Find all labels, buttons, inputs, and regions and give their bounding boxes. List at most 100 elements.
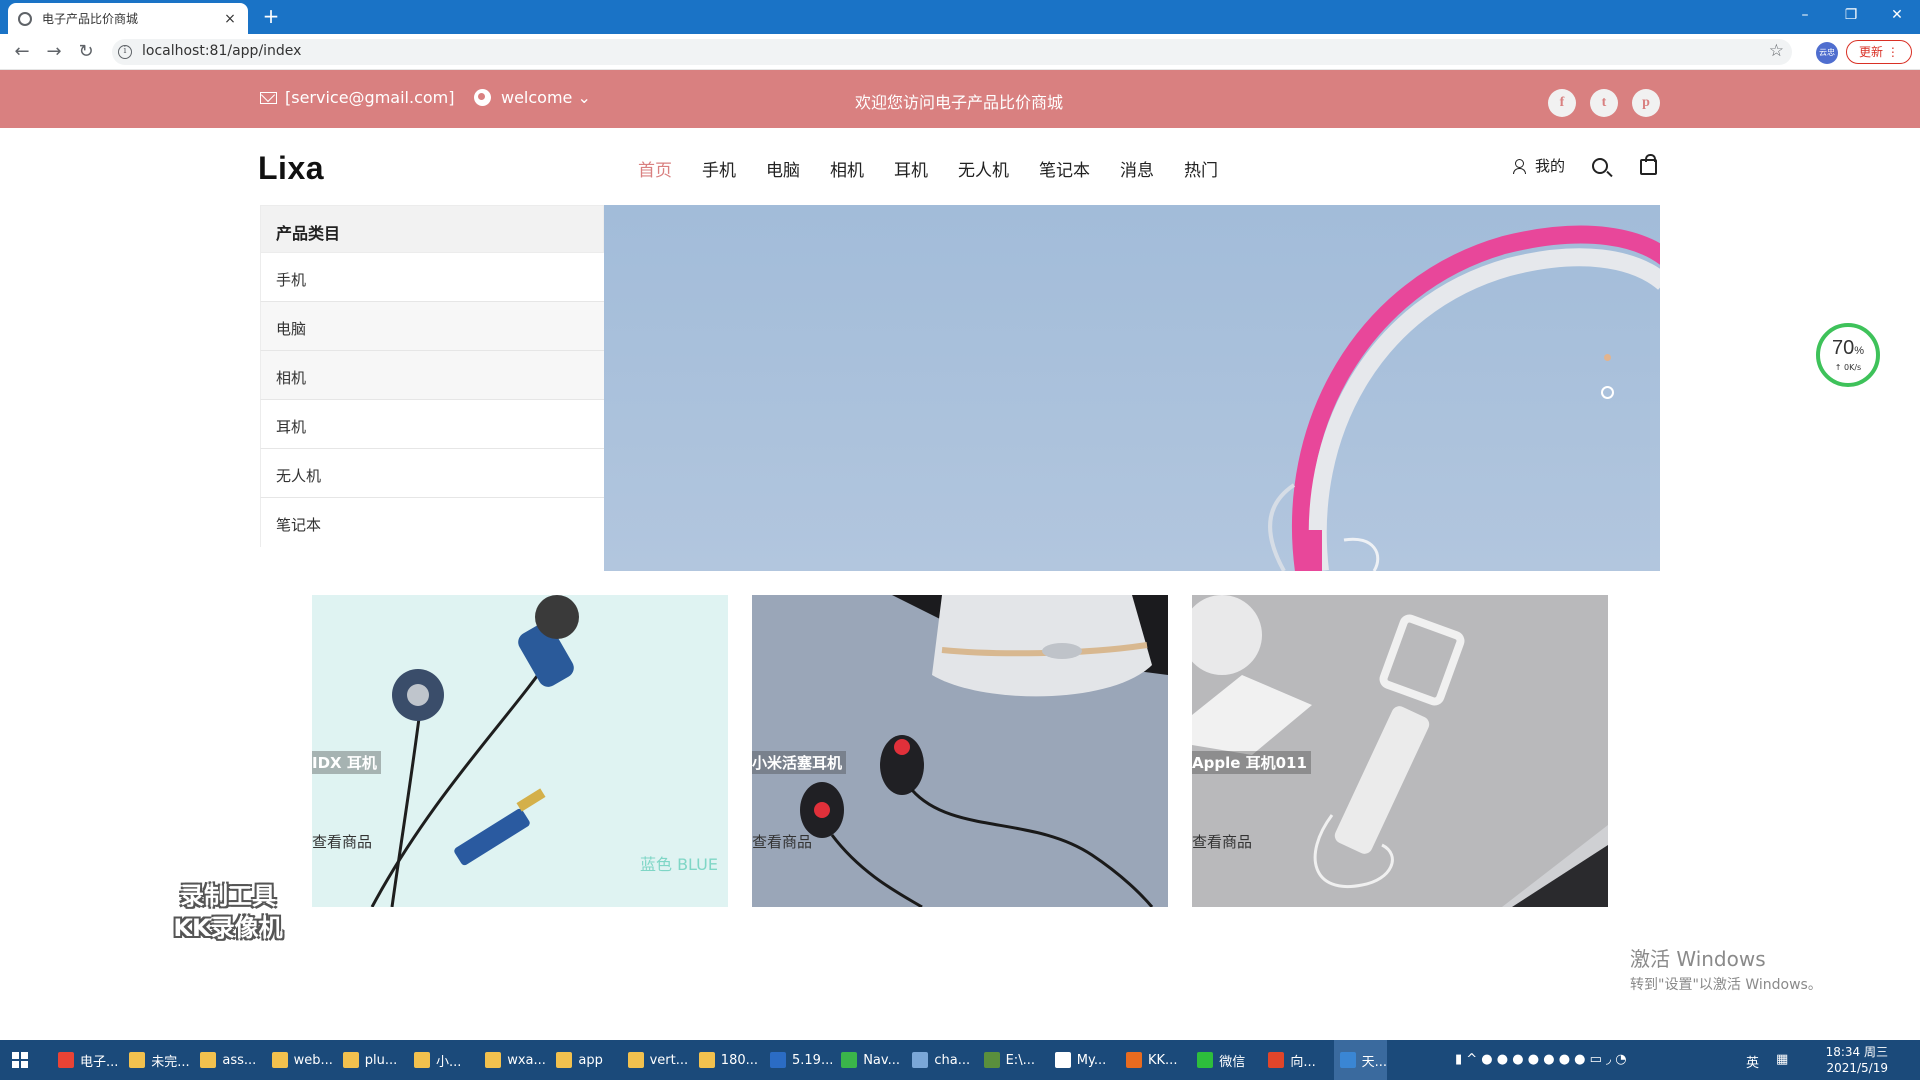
app-icon <box>1054 1052 1071 1068</box>
taskbar-item[interactable]: web... <box>266 1040 333 1080</box>
category-item-earphone[interactable]: 耳机 <box>260 400 604 449</box>
view-product-link[interactable]: 查看商品 <box>312 831 372 852</box>
info-icon[interactable]: i <box>118 45 132 59</box>
update-button[interactable]: 更新 ⋮ <box>1846 40 1912 64</box>
taskbar-item[interactable]: E:\... <box>978 1040 1035 1080</box>
app-icon <box>129 1052 146 1068</box>
taskbar-item[interactable]: app <box>550 1040 603 1080</box>
facebook-icon[interactable]: f <box>1548 89 1576 117</box>
app-icon <box>485 1052 502 1068</box>
nav-item-hot[interactable]: 热门 <box>1184 156 1218 181</box>
taskbar-item[interactable]: 天... <box>1333 1040 1387 1080</box>
taskbar-item-label: 180... <box>720 1052 759 1068</box>
taskbar-item-label: My... <box>1076 1052 1107 1068</box>
address-bar[interactable]: i localhost:81/app/index ☆ <box>112 39 1792 65</box>
keyboard-icon[interactable]: ▦ <box>1776 1052 1788 1067</box>
forward-icon[interactable]: → <box>44 42 64 62</box>
app-icon <box>1197 1052 1214 1068</box>
taskbar-item-label: 未完... <box>151 1054 190 1070</box>
nav-item-camera[interactable]: 相机 <box>830 156 864 181</box>
bookmark-star-icon[interactable]: ☆ <box>1769 41 1784 61</box>
nav-item-phone[interactable]: 手机 <box>702 156 736 181</box>
slider-dot[interactable] <box>1604 354 1611 361</box>
taskbar-item[interactable]: vert... <box>622 1040 688 1080</box>
recorder-watermark: 录制工具 KK录像机 <box>173 882 283 942</box>
taskbar-item-label: Nav... <box>863 1052 900 1068</box>
taskbar-item[interactable]: 180... <box>693 1040 758 1080</box>
globe-icon <box>18 11 32 26</box>
main-nav: 首页 手机 电脑 相机 耳机 无人机 笔记本 消息 热门 <box>638 156 1248 181</box>
taskbar-item[interactable]: cha... <box>906 1040 970 1080</box>
account-link[interactable]: 我的 <box>1513 155 1565 176</box>
close-window-button[interactable]: ✕ <box>1874 0 1920 30</box>
category-item-computer[interactable]: 电脑 <box>260 302 604 351</box>
extension-icon[interactable]: 云忠 <box>1816 42 1838 64</box>
category-item-phone[interactable]: 手机 <box>260 253 604 302</box>
tab-title: 电子产品比价商城 <box>42 12 139 26</box>
app-icon <box>271 1052 288 1068</box>
browser-toolbar: ← → ↻ i localhost:81/app/index ☆ 云忠 更新 ⋮ <box>0 34 1920 70</box>
taskbar-item-label: 小... <box>436 1054 462 1070</box>
reload-icon[interactable]: ↻ <box>76 42 96 62</box>
taskbar-item[interactable]: 未完... <box>123 1040 190 1080</box>
nav-item-messages[interactable]: 消息 <box>1120 156 1154 181</box>
new-tab-button[interactable]: + <box>260 5 282 27</box>
browser-tab[interactable]: 电子产品比价商城 × <box>8 3 248 34</box>
speed-rate: ↑ 0K/s <box>1834 363 1862 372</box>
minimize-button[interactable]: – <box>1782 0 1828 30</box>
ime-indicator[interactable]: 英 <box>1746 1052 1759 1071</box>
pinterest-icon[interactable]: p <box>1632 89 1660 117</box>
app-icon <box>1268 1052 1285 1068</box>
taskbar-clock[interactable]: 18:34 周三 2021/5/19 <box>1818 1044 1888 1076</box>
app-icon <box>200 1052 217 1068</box>
twitter-icon[interactable]: t <box>1590 89 1618 117</box>
slider-dot-active[interactable] <box>1601 386 1614 399</box>
category-item-camera[interactable]: 相机 <box>260 351 604 400</box>
back-icon[interactable]: ← <box>12 42 32 62</box>
nav-item-earphone[interactable]: 耳机 <box>894 156 928 181</box>
view-product-link[interactable]: 查看商品 <box>1192 831 1252 852</box>
taskbar-item[interactable]: ass... <box>194 1040 256 1080</box>
taskbar-item-label: 微信 <box>1219 1054 1246 1070</box>
category-item-laptop[interactable]: 笔记本 <box>260 498 604 547</box>
globe-icon <box>474 89 491 106</box>
taskbar-item-label: 5.19... <box>792 1052 834 1068</box>
nav-item-home[interactable]: 首页 <box>638 156 672 181</box>
contact-email[interactable]: [service@gmail.com] <box>260 88 455 107</box>
site-logo[interactable]: Lixa <box>258 150 324 187</box>
taskbar-item[interactable]: plu... <box>337 1040 397 1080</box>
category-item-drone[interactable]: 无人机 <box>260 449 604 498</box>
nav-item-computer[interactable]: 电脑 <box>766 156 800 181</box>
product-card[interactable]: Apple 耳机011 查看商品 <box>1192 595 1608 907</box>
shopping-bag-icon[interactable] <box>1640 154 1657 175</box>
hero-banner[interactable] <box>604 205 1660 571</box>
taskbar-item[interactable]: Nav... <box>835 1040 900 1080</box>
taskbar-item[interactable]: My... <box>1049 1040 1106 1080</box>
taskbar-item-label: 天... <box>1361 1054 1387 1070</box>
taskbar-item[interactable]: wxa... <box>479 1040 546 1080</box>
welcome-dropdown[interactable]: welcome ⌄ <box>474 88 591 107</box>
email-text: [service@gmail.com] <box>285 88 455 107</box>
app-icon <box>983 1052 1000 1068</box>
taskbar-item[interactable]: 电子... <box>52 1040 118 1080</box>
taskbar-item[interactable]: 微信 <box>1191 1040 1245 1080</box>
taskbar-item[interactable]: 小... <box>408 1040 461 1080</box>
close-tab-icon[interactable]: × <box>222 11 238 27</box>
search-icon[interactable] <box>1592 158 1608 174</box>
view-product-link[interactable]: 查看商品 <box>752 831 812 852</box>
activate-windows-watermark: 激活 Windows 转到"设置"以激活 Windows。 <box>1630 947 1822 993</box>
windows-start-icon[interactable] <box>12 1052 28 1068</box>
url-text[interactable]: localhost:81/app/index <box>142 43 301 59</box>
nav-item-laptop[interactable]: 笔记本 <box>1039 156 1090 181</box>
taskbar-item[interactable]: 5.19... <box>764 1040 833 1080</box>
taskbar-item[interactable]: 向... <box>1262 1040 1316 1080</box>
network-speed-widget[interactable]: 70% ↑ 0K/s <box>1816 323 1880 387</box>
restore-button[interactable]: ❐ <box>1828 0 1874 30</box>
nav-item-drone[interactable]: 无人机 <box>958 156 1009 181</box>
product-card[interactable]: 小米活塞耳机 查看商品 <box>752 595 1168 907</box>
product-card[interactable]: IDX 耳机 查看商品 蓝色 BLUE <box>312 595 728 907</box>
system-tray-icons[interactable]: ▮ ^ ● ● ● ● ● ● ● ▭ ◞ ◔ <box>1455 1052 1627 1067</box>
product-color-label: 蓝色 BLUE <box>639 855 718 874</box>
user-icon <box>1513 158 1526 174</box>
taskbar-item[interactable]: KK... <box>1120 1040 1177 1080</box>
